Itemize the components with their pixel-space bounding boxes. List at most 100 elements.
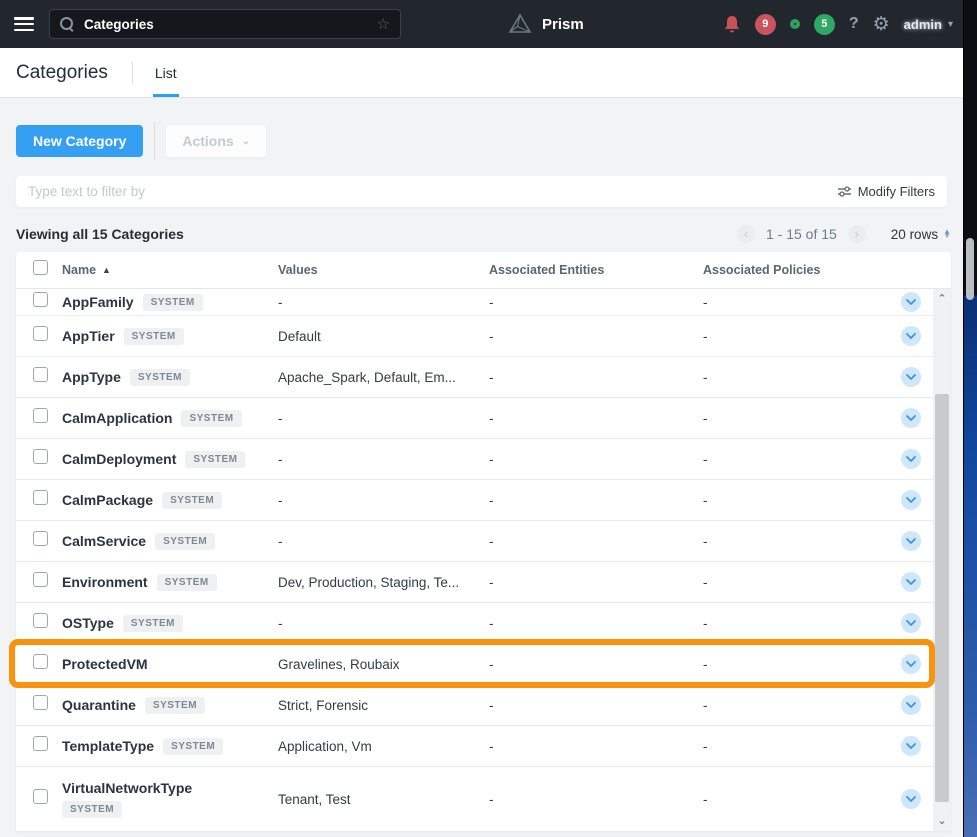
row-expand-button[interactable] [901,408,921,428]
row-policies: - [703,534,889,549]
sort-ascending-icon[interactable]: ▲ [102,265,111,275]
user-caret-icon[interactable]: ▾ [948,19,953,30]
system-badge: SYSTEM [124,328,184,345]
system-badge: SYSTEM [123,615,183,632]
row-checkbox[interactable] [33,326,48,341]
row-checkbox[interactable] [33,789,48,804]
rows-per-page-label: 20 rows [891,227,938,242]
row-values: - [278,295,489,310]
pagination-prev-button[interactable]: ‹ [737,225,755,243]
row-policies: - [703,575,889,590]
row-entities: - [489,534,703,549]
column-header-values[interactable]: Values [278,263,489,277]
row-expand-button[interactable] [901,613,921,633]
row-entities: - [489,698,703,713]
gear-icon[interactable]: ⚙ [873,15,890,34]
tab-active-underline [153,94,179,97]
chevron-down-icon [906,374,916,380]
table-row: CalmPackage SYSTEM - - - [16,480,933,521]
row-values: Gravelines, Roubaix [278,657,489,672]
row-checkbox[interactable] [33,572,48,587]
modify-filters-button[interactable]: Modify Filters [838,184,935,199]
alerts-bell-icon[interactable] [723,15,741,34]
row-name: Quarantine [62,697,136,713]
row-name: CalmDeployment [62,451,176,467]
row-values: Default [278,329,489,344]
scroll-down-arrow-icon[interactable]: ⌄ [933,813,951,829]
row-checkbox[interactable] [33,531,48,546]
brand-name: Prism [542,16,584,33]
hamburger-menu-icon[interactable] [14,17,34,31]
rows-per-page-select[interactable]: 20 rows ▲ ▼ [891,227,951,242]
table-row: Environment SYSTEM Dev, Production, Stag… [16,562,933,603]
row-name: AppFamily [62,294,134,310]
scrollbar-thumb[interactable] [935,394,949,802]
row-values: - [278,534,489,549]
user-menu[interactable]: admin [904,17,942,32]
row-values: - [278,452,489,467]
chevron-down-icon [906,497,916,503]
search-value[interactable]: Categories [84,17,377,32]
row-expand-button[interactable] [901,367,921,387]
actions-button[interactable]: Actions ⌄ [166,125,266,157]
system-badge: SYSTEM [145,697,205,714]
events-ring-icon[interactable] [790,19,800,29]
table-row: CalmDeployment SYSTEM - - - [16,439,933,480]
select-all-checkbox[interactable] [33,260,48,275]
global-search[interactable]: Categories ☆ [49,9,401,39]
row-policies: - [703,493,889,508]
table-header-row: Name ▲ Values Associated Entities Associ… [16,252,951,289]
categories-table: Name ▲ Values Associated Entities Associ… [16,252,951,831]
row-checkbox[interactable] [33,367,48,382]
toolbar-divider [154,122,155,160]
column-header-name[interactable]: Name [62,263,96,277]
row-expand-button[interactable] [901,449,921,469]
chevron-down-icon [906,743,916,749]
row-checkbox[interactable] [33,490,48,505]
row-checkbox[interactable] [33,449,48,464]
row-expand-button[interactable] [901,292,921,312]
system-badge: SYSTEM [62,801,122,818]
row-expand-button[interactable] [901,572,921,592]
help-icon[interactable]: ? [849,15,859,33]
row-entities: - [489,452,703,467]
row-policies: - [703,329,889,344]
browser-scrollbar-thumb[interactable] [966,238,974,300]
new-category-button[interactable]: New Category [16,125,143,157]
row-policies: - [703,452,889,467]
row-expand-button[interactable] [901,654,921,674]
chevron-down-icon [906,299,916,305]
top-navbar: Categories ☆ Prism 9 5 ? ⚙ admin ▾ [0,0,963,48]
row-checkbox[interactable] [33,613,48,628]
row-checkbox[interactable] [33,654,48,669]
summary-row: Viewing all 15 Categories ‹ 1 - 15 of 15… [16,225,951,243]
system-badge: SYSTEM [130,369,190,386]
alert-count-badge[interactable]: 9 [755,14,776,35]
row-entities: - [489,493,703,508]
row-checkbox[interactable] [33,736,48,751]
event-count-badge[interactable]: 5 [814,14,835,35]
row-expand-button[interactable] [901,789,921,809]
row-expand-button[interactable] [901,695,921,715]
tab-list[interactable]: List [155,48,177,97]
row-checkbox[interactable] [33,695,48,710]
chevron-down-icon [906,456,916,462]
row-checkbox[interactable] [33,292,48,307]
system-badge: SYSTEM [162,492,222,509]
prism-logo-icon [508,12,532,36]
row-name: OSType [62,615,114,631]
row-expand-button[interactable] [901,326,921,346]
table-scrollbar[interactable]: ⌃ ⌄ [933,289,951,831]
row-expand-button[interactable] [901,736,921,756]
table-row: OSType SYSTEM - - - [16,603,933,644]
star-icon[interactable]: ☆ [377,17,390,32]
pagination-next-button[interactable]: › [848,225,866,243]
filter-input[interactable] [28,184,838,199]
column-header-entities[interactable]: Associated Entities [489,263,703,277]
scroll-up-arrow-icon[interactable]: ⌃ [933,291,951,307]
brand: Prism [508,0,584,48]
row-checkbox[interactable] [33,408,48,423]
column-header-policies[interactable]: Associated Policies [703,263,907,277]
row-expand-button[interactable] [901,531,921,551]
row-expand-button[interactable] [901,490,921,510]
